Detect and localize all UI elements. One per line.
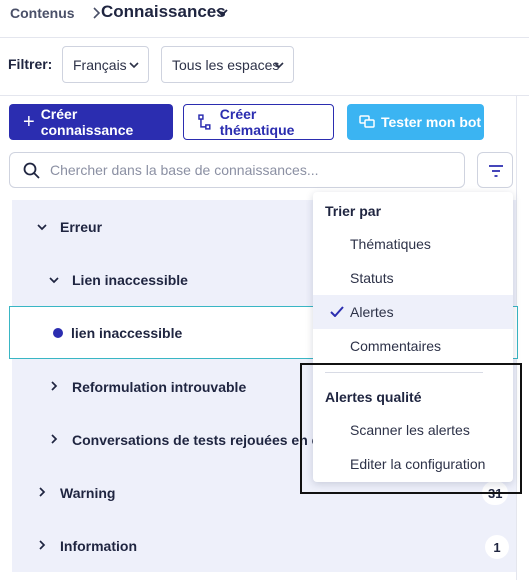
test-bot-button[interactable]: Tester mon bot: [347, 104, 484, 140]
chevron-down-icon[interactable]: [49, 275, 59, 285]
breadcrumb-root[interactable]: Contenus: [10, 5, 75, 21]
tree-row-label: Warning: [60, 484, 116, 501]
chevron-right-icon[interactable]: [49, 381, 59, 391]
highlight-frame: [300, 363, 522, 494]
sort-option-label: Thématiques: [350, 236, 431, 252]
filter-divider: [0, 95, 529, 96]
language-select-value: Français: [73, 56, 127, 73]
search-icon: [23, 162, 40, 179]
chevron-right-icon[interactable]: [37, 540, 47, 550]
chevron-down-icon[interactable]: [216, 8, 228, 18]
chat-bubbles-icon: [359, 115, 375, 128]
language-select[interactable]: Français: [62, 46, 149, 83]
sort-option-thematiques[interactable]: Thématiques: [313, 227, 513, 261]
check-icon: [330, 306, 344, 317]
chevron-right-icon: [93, 7, 101, 19]
space-select-value: Tous les espaces: [172, 56, 280, 73]
tree-row-label: Information: [60, 537, 137, 554]
sort-option-commentaires[interactable]: Commentaires: [313, 329, 513, 363]
sort-option-alertes[interactable]: Alertes: [313, 295, 513, 329]
create-theme-button[interactable]: Créer thématique: [183, 104, 334, 140]
create-knowledge-label: Créer connaissance: [40, 106, 134, 138]
sort-option-label: Statuts: [350, 270, 394, 286]
page-title: Connaissances: [101, 2, 226, 21]
space-select[interactable]: Tous les espaces: [161, 46, 294, 83]
sort-menu-heading: Trier par: [325, 203, 382, 219]
test-bot-label: Tester mon bot: [381, 114, 482, 130]
header-divider: [0, 37, 529, 38]
chevron-right-icon[interactable]: [49, 434, 59, 444]
chevron-right-icon[interactable]: [37, 487, 47, 497]
sort-option-label: Commentaires: [350, 338, 442, 354]
tree-row-label: Reformulation introuvable: [72, 378, 247, 395]
filter-label: Filtrer:: [8, 56, 53, 72]
tree-row-conversations[interactable]: Conversations de tests rejouées en échec: [12, 413, 314, 466]
sort-option-label: Alertes: [350, 304, 394, 320]
plus-icon: +: [23, 111, 35, 133]
chevron-down-icon[interactable]: [37, 222, 47, 232]
tree-row-label: Lien inaccessible: [72, 271, 188, 288]
tree-structure-icon: [198, 114, 211, 130]
tree-row-label: Conversations de tests rejouées en échec: [72, 431, 314, 448]
search-input[interactable]: [50, 162, 450, 178]
chevron-down-icon: [274, 62, 284, 69]
create-theme-label: Créer thématique: [219, 106, 295, 138]
chevron-down-icon: [129, 62, 139, 69]
tree-row-label: Erreur: [60, 218, 103, 235]
filter-lines-icon: [489, 165, 503, 177]
count-badge: 1: [485, 535, 509, 559]
status-dot-icon: [53, 328, 63, 338]
tree-row-information[interactable]: Information 1: [12, 519, 516, 572]
sort-option-statuts[interactable]: Statuts: [313, 261, 513, 295]
create-knowledge-button[interactable]: + Créer connaissance: [9, 104, 173, 140]
knowledge-item-label[interactable]: lien inaccessible: [71, 325, 182, 341]
search-box[interactable]: [9, 152, 465, 188]
sort-filter-button[interactable]: [477, 152, 513, 188]
